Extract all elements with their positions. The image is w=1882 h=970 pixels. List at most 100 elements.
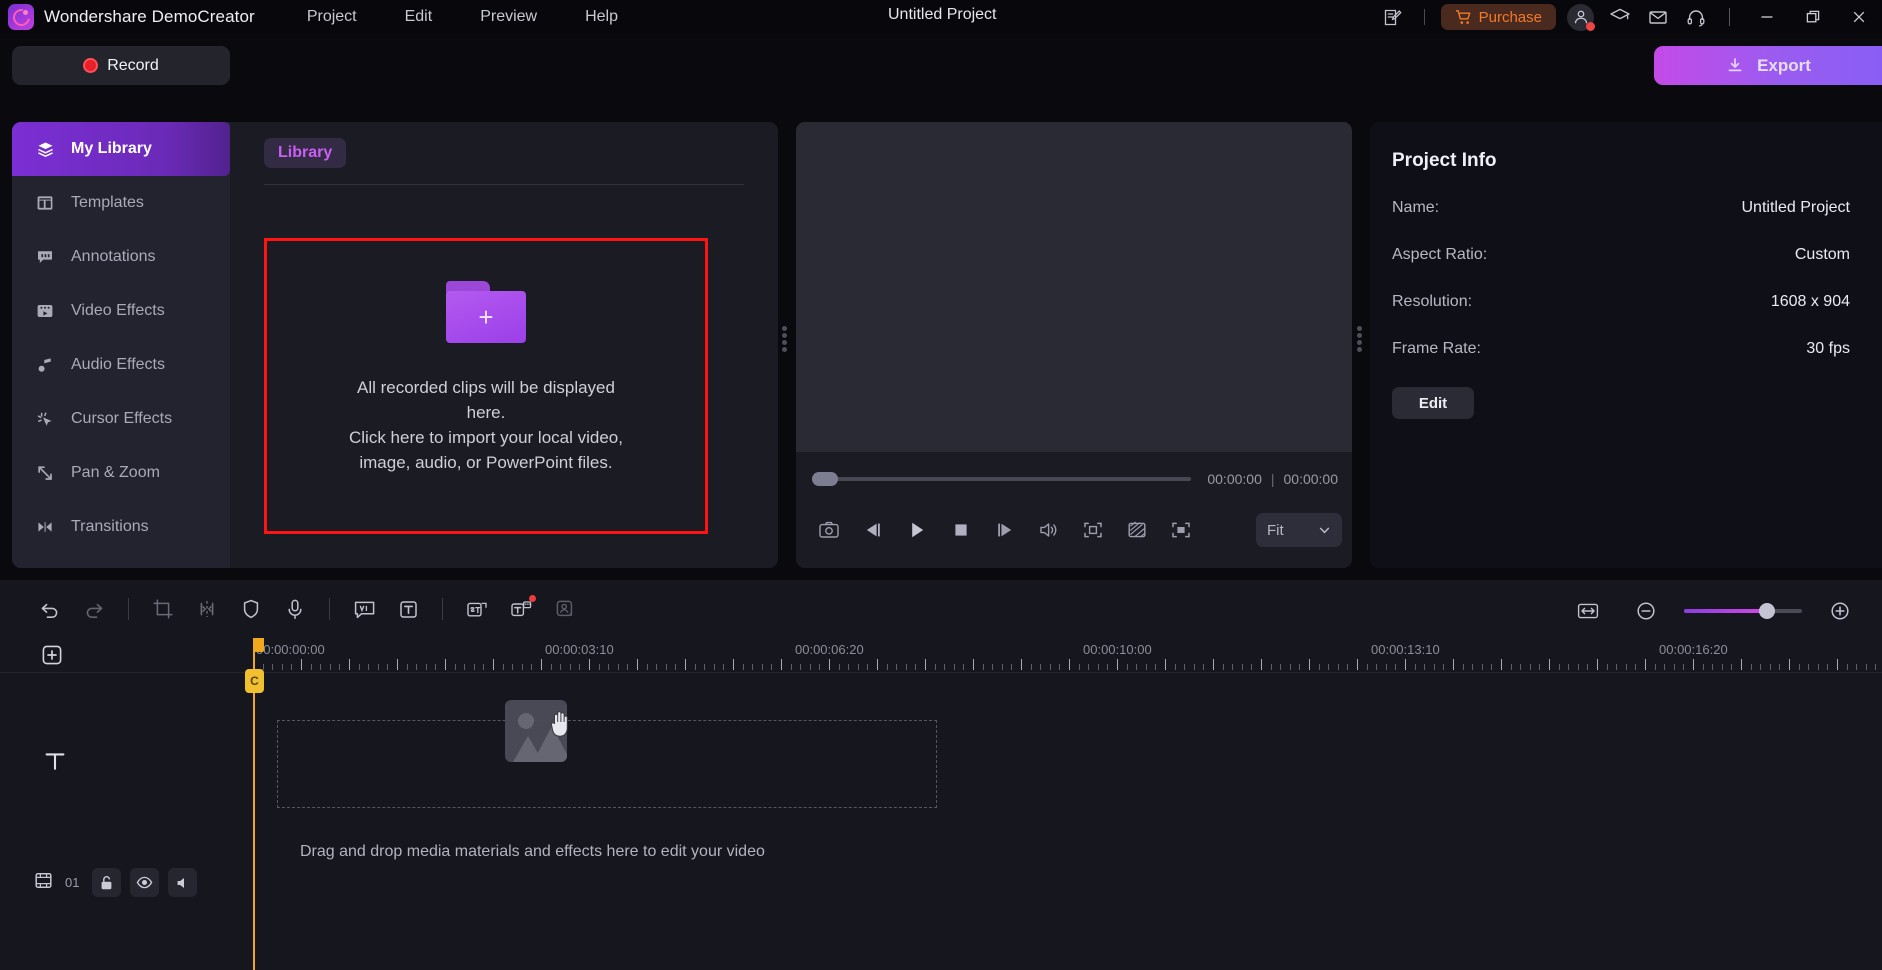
- sidebar-item-cursor-effects[interactable]: Cursor Effects: [12, 392, 230, 446]
- text-to-speech-icon[interactable]: [501, 590, 541, 628]
- ruler-tick: [896, 664, 898, 670]
- ruler-tick: [800, 664, 802, 670]
- account-avatar-button[interactable]: [1567, 3, 1595, 31]
- zoom-out-icon[interactable]: [1626, 592, 1666, 630]
- voice-record-icon[interactable]: [275, 590, 315, 628]
- split-icon[interactable]: [187, 590, 227, 628]
- menu-help[interactable]: Help: [585, 8, 618, 26]
- undo-icon[interactable]: [30, 590, 70, 628]
- ruler-tick: [1414, 664, 1416, 670]
- panel-splitter-left[interactable]: [782, 326, 787, 352]
- info-key: Aspect Ratio:: [1392, 246, 1488, 263]
- ruler-tick: [329, 664, 331, 670]
- ruler-tick: [1808, 664, 1810, 670]
- timeline-zoom-slider[interactable]: [1684, 603, 1802, 619]
- ruler-tick: [1088, 664, 1090, 670]
- caption-icon[interactable]: [344, 590, 384, 628]
- ruler-tick: [1030, 664, 1032, 670]
- zoom-in-icon[interactable]: [1820, 592, 1860, 630]
- stop-icon[interactable]: [942, 511, 980, 549]
- sidebar-item-audio-effects[interactable]: Audio Effects: [12, 338, 230, 392]
- timeline-ruler[interactable]: 00:00:00:00 00:00:03:10 00:00:06:20 00:0…: [253, 638, 1882, 672]
- info-row-aspect-ratio: Aspect Ratio: Custom: [1392, 246, 1850, 264]
- zoom-slider-knob[interactable]: [1758, 603, 1775, 619]
- text-icon[interactable]: [388, 590, 428, 628]
- ruler-tick: [742, 664, 744, 670]
- playhead-handle[interactable]: [253, 638, 264, 652]
- app-logo-icon: [8, 4, 34, 30]
- app-brand-title: Wondershare DemoCreator: [44, 7, 255, 26]
- action-bar: Record Export: [0, 34, 1882, 96]
- tab-library[interactable]: Library: [264, 138, 347, 168]
- restore-icon[interactable]: [1790, 0, 1836, 34]
- panel-splitter-right[interactable]: [1357, 326, 1362, 352]
- track-drop-area[interactable]: Drag and drop media materials and effect…: [253, 673, 1882, 970]
- redo-icon[interactable]: [74, 590, 114, 628]
- crop-marker-icon[interactable]: [1074, 511, 1112, 549]
- sidebar-item-pan-zoom[interactable]: Pan & Zoom: [12, 446, 230, 500]
- ruler-tick: [1299, 664, 1301, 670]
- sidebar-item-my-library[interactable]: My Library: [12, 122, 230, 176]
- menu-project[interactable]: Project: [307, 8, 357, 26]
- menu-preview[interactable]: Preview: [480, 8, 537, 26]
- speech-to-text-icon[interactable]: [457, 590, 497, 628]
- titlebar-divider: [1423, 9, 1425, 25]
- ruler-tick: [992, 664, 994, 670]
- minimize-icon[interactable]: [1744, 0, 1790, 34]
- preview-seek-row: 00:00:00 | 00:00:00: [812, 470, 1338, 488]
- snapshot-icon[interactable]: [810, 511, 848, 549]
- ruler-tick: [464, 664, 466, 670]
- play-icon[interactable]: [898, 511, 936, 549]
- silence-detection-icon[interactable]: [545, 590, 585, 628]
- close-icon[interactable]: [1836, 0, 1882, 34]
- support-headset-icon[interactable]: [1677, 0, 1715, 34]
- ruler-tick: [454, 664, 456, 670]
- ruler-tick: [435, 664, 437, 670]
- cart-icon: [1455, 9, 1471, 24]
- ruler-tick: [272, 664, 274, 670]
- mail-icon[interactable]: [1639, 0, 1677, 34]
- ruler-tick: [1021, 659, 1022, 670]
- edit-project-button[interactable]: Edit: [1392, 387, 1474, 419]
- seek-knob[interactable]: [812, 472, 838, 486]
- fit-timeline-icon[interactable]: [1568, 592, 1608, 630]
- speaker-icon[interactable]: [168, 868, 198, 897]
- export-button[interactable]: Export: [1654, 46, 1882, 85]
- volume-icon[interactable]: [1030, 511, 1068, 549]
- menu-edit[interactable]: Edit: [405, 8, 433, 26]
- unlock-icon[interactable]: [92, 868, 122, 897]
- preview-controls: 00:00:00 | 00:00:00 Fit: [796, 452, 1352, 568]
- ruler-tick: [944, 664, 946, 670]
- next-frame-icon[interactable]: [986, 511, 1024, 549]
- crop-icon[interactable]: [143, 590, 183, 628]
- color-shield-icon[interactable]: [231, 590, 271, 628]
- sidebar-item-annotations[interactable]: Annotations: [12, 230, 230, 284]
- seek-slider[interactable]: [812, 472, 1192, 486]
- ruler-tick: [1453, 659, 1454, 670]
- tutorials-icon[interactable]: [1601, 0, 1639, 34]
- annotation-icon: [34, 248, 56, 266]
- sidebar-item-transitions[interactable]: Transitions: [12, 500, 230, 554]
- ruler-tick: [608, 664, 610, 670]
- ruler-tick: [934, 664, 936, 670]
- preview-panel: 00:00:00 | 00:00:00 Fit: [796, 122, 1352, 568]
- eye-icon[interactable]: [130, 868, 160, 897]
- fit-mode-select[interactable]: Fit: [1256, 513, 1342, 547]
- ruler-tick: [425, 664, 427, 670]
- sidebar-item-video-effects[interactable]: Video Effects: [12, 284, 230, 338]
- add-track-button[interactable]: [40, 643, 64, 667]
- ruler-tick: [512, 664, 514, 670]
- fullscreen-icon[interactable]: [1162, 511, 1200, 549]
- import-dropzone[interactable]: + All recorded clips will be displayed h…: [264, 238, 708, 534]
- new-project-icon[interactable]: [1374, 0, 1412, 34]
- ruler-tick: [867, 664, 869, 670]
- sidebar-item-templates[interactable]: Templates: [12, 176, 230, 230]
- no-signal-icon[interactable]: [1118, 511, 1156, 549]
- ruler-tick: [1817, 664, 1819, 670]
- record-button[interactable]: Record: [12, 46, 230, 85]
- ruler-tick: [953, 664, 955, 670]
- prev-frame-icon[interactable]: [854, 511, 892, 549]
- preview-stage[interactable]: [796, 122, 1352, 452]
- playhead[interactable]: C: [245, 638, 264, 970]
- purchase-button[interactable]: Purchase: [1440, 4, 1556, 30]
